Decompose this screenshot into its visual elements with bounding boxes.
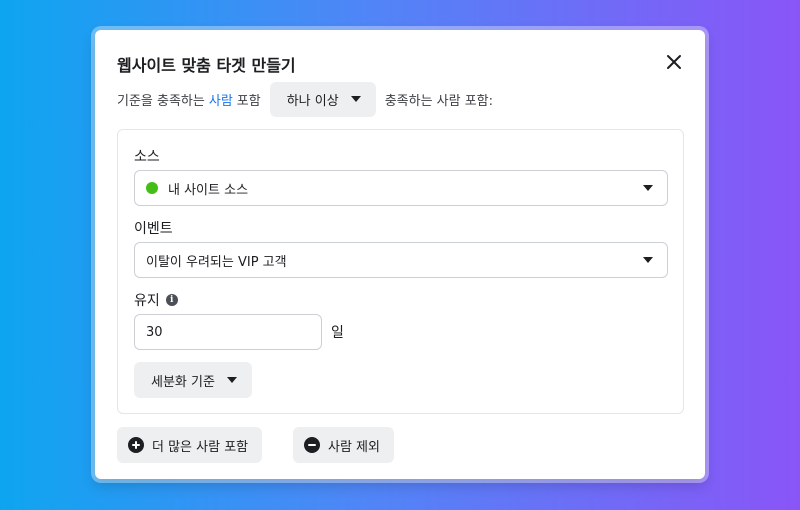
- exclude-people-button[interactable]: 사람 제외: [293, 427, 394, 463]
- status-dot-icon: [146, 182, 158, 194]
- create-website-custom-audience-dialog: 웹사이트 맞춤 타겟 만들기 기준을 충족하는 사람 포함 하나 이상 충족하는…: [95, 30, 705, 479]
- dialog-title: 웹사이트 맞춤 타겟 만들기: [117, 56, 296, 75]
- match-type-value: 하나 이상: [286, 93, 339, 109]
- include-more-people-label: 더 많은 사람 포함: [152, 439, 249, 455]
- retention-label-text: 유지: [134, 293, 160, 309]
- criteria-middle: 포함: [236, 93, 261, 109]
- caret-down-icon: [350, 96, 361, 102]
- include-more-people-button[interactable]: 더 많은 사람 포함: [117, 427, 263, 463]
- refine-by-button[interactable]: 세분화 기준: [134, 362, 252, 398]
- people-link[interactable]: 사람: [209, 90, 233, 109]
- criteria-suffix: 충족하는 사람 포함:: [384, 93, 494, 109]
- retention-days-input[interactable]: [134, 314, 322, 350]
- event-label-text: 이벤트: [134, 221, 173, 237]
- exclude-people-label: 사람 제외: [328, 439, 380, 455]
- caret-down-icon: [643, 185, 653, 191]
- event-dropdown[interactable]: 이탈이 우려되는 VIP 고객: [134, 242, 668, 278]
- source-dropdown[interactable]: 내 사이트 소스: [134, 170, 668, 206]
- minus-circle-icon: [304, 437, 320, 453]
- source-label-text: 소스: [134, 149, 160, 165]
- criteria-prefix: 기준을 충족하는: [117, 93, 205, 109]
- plus-circle-icon: [128, 437, 144, 453]
- event-value: 이탈이 우려되는 VIP 고객: [146, 254, 287, 270]
- refine-by-label: 세분화 기준: [151, 374, 215, 390]
- info-icon[interactable]: i: [165, 294, 178, 306]
- retention-label: 유지 i: [134, 290, 178, 310]
- match-type-dropdown[interactable]: 하나 이상: [269, 81, 376, 117]
- source-label: 소스: [134, 146, 160, 166]
- caret-down-icon: [226, 377, 237, 383]
- retention-unit: 일: [331, 325, 344, 341]
- criteria-row: 기준을 충족하는 사람 포함 하나 이상 충족하는 사람 포함:: [117, 81, 493, 117]
- close-icon[interactable]: [665, 53, 683, 71]
- rule-panel: 소스 내 사이트 소스 이벤트 이탈이 우려되는 VIP 고객 유지 i 일 세…: [117, 129, 684, 414]
- caret-down-icon: [643, 257, 653, 263]
- source-value: 내 사이트 소스: [168, 182, 249, 198]
- event-label: 이벤트: [134, 218, 173, 238]
